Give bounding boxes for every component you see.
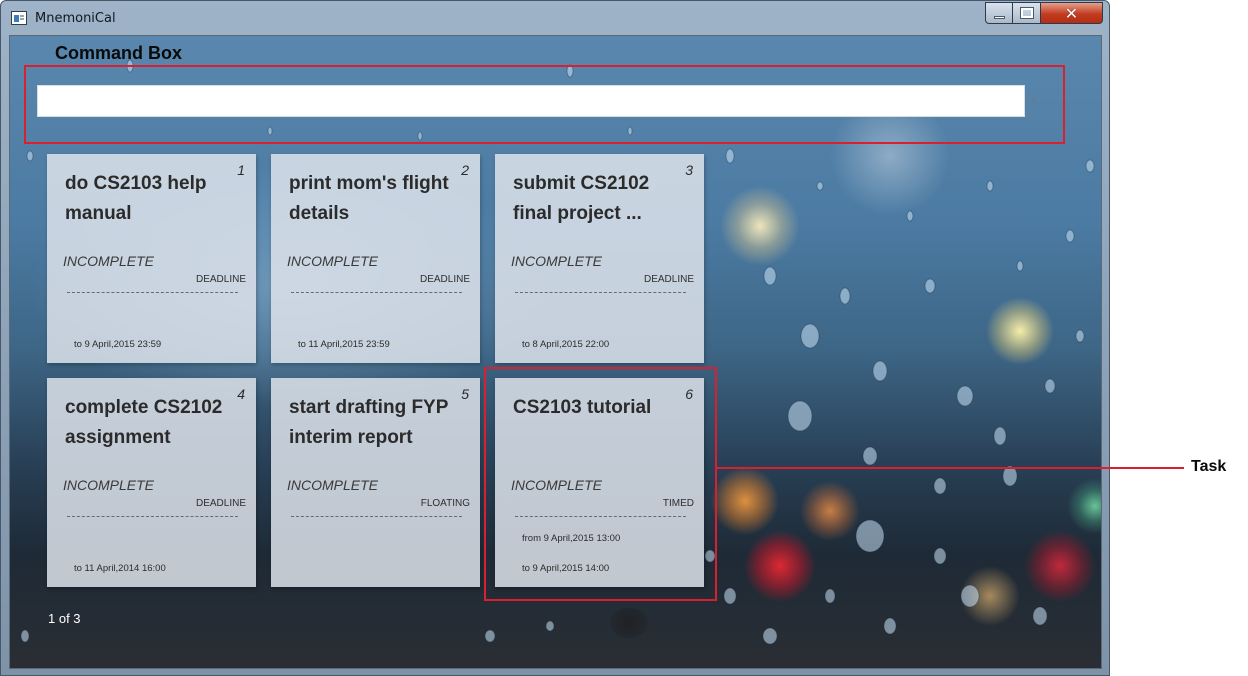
close-icon: ✕: [1064, 3, 1079, 23]
minimize-button[interactable]: [985, 2, 1013, 24]
task-status: INCOMPLETE: [287, 477, 379, 493]
command-box-title: Command Box: [55, 43, 183, 63]
task-title: start drafting FYP interim report: [289, 397, 449, 448]
task-card-4[interactable]: 4 complete CS2102 assignment INCOMPLETE …: [47, 378, 256, 587]
task-divider: [291, 292, 462, 293]
task-status: INCOMPLETE: [63, 253, 155, 269]
task-callout-line: [716, 467, 1184, 469]
app-icon: [11, 11, 27, 25]
task-title: print mom's flight details: [289, 173, 449, 224]
task-title: complete CS2102 assignment: [65, 397, 223, 448]
task-card-2[interactable]: 2 print mom's flight details INCOMPLETE …: [271, 154, 480, 363]
page-dot: [610, 608, 648, 638]
maximize-icon: [1019, 7, 1034, 19]
page-indicator: 1 of 3: [48, 611, 81, 626]
task-type: DEADLINE: [419, 274, 470, 285]
task-type: DEADLINE: [195, 498, 246, 509]
task-callout-label: Task: [1191, 458, 1227, 475]
task-title: do CS2103 help manual: [65, 173, 207, 224]
task-type: DEADLINE: [643, 274, 694, 285]
task-end-time: to 11 April,2014 16:00: [74, 563, 166, 574]
task-end-time: to 8 April,2015 22:00: [522, 339, 610, 350]
task-status: INCOMPLETE: [63, 477, 155, 493]
task-card-5[interactable]: 5 start drafting FYP interim report INCO…: [271, 378, 480, 587]
task-title: submit CS2102 final project ...: [513, 173, 650, 224]
task-divider: [67, 516, 238, 517]
task-divider: [291, 516, 462, 517]
task-status: INCOMPLETE: [511, 253, 603, 269]
task-card-3[interactable]: 3 submit CS2102 final project ... INCOMP…: [495, 154, 704, 363]
task-end-time: to 9 April,2015 23:59: [74, 339, 162, 350]
task-type: FLOATING: [420, 498, 470, 509]
close-button[interactable]: ✕: [1041, 2, 1103, 24]
command-box-highlight: [24, 65, 1065, 144]
task-end-time: to 11 April,2015 23:59: [298, 339, 390, 350]
maximize-button[interactable]: [1013, 2, 1041, 24]
task-divider: [515, 292, 686, 293]
minimize-icon: [993, 15, 1005, 19]
task-type: DEADLINE: [195, 274, 246, 285]
window-controls: ✕: [985, 2, 1103, 24]
window-title: MnemoniCal: [35, 11, 116, 26]
task-highlight: [484, 367, 717, 601]
title-bar[interactable]: MnemoniCal ✕: [1, 1, 1109, 35]
task-card-1[interactable]: 1 do CS2103 help manual INCOMPLETE DEADL…: [47, 154, 256, 363]
task-status: INCOMPLETE: [287, 253, 379, 269]
task-divider: [67, 292, 238, 293]
